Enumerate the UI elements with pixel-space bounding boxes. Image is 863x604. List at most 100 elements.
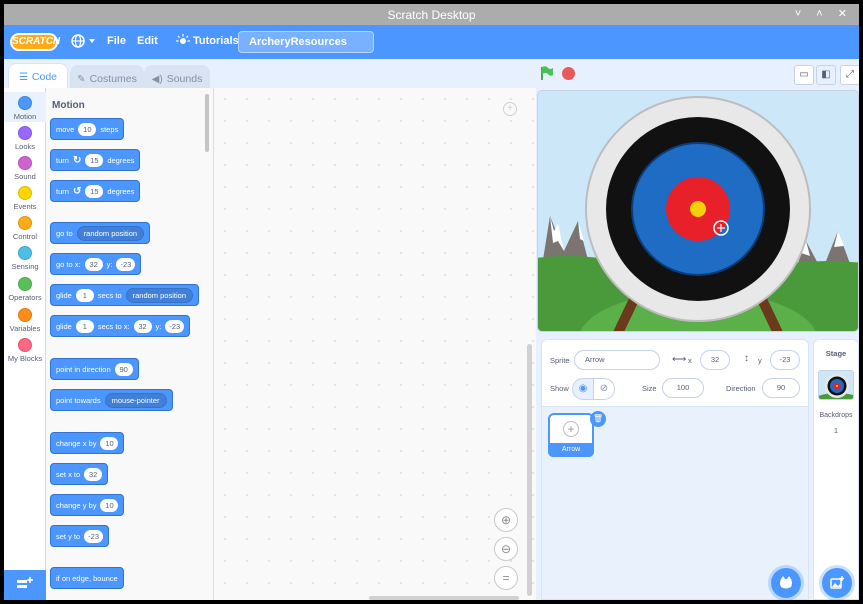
choose-sprite-button[interactable] <box>771 568 801 598</box>
block-input[interactable]: 15 <box>85 153 104 167</box>
large-stage-button[interactable]: ◧ <box>816 65 836 85</box>
scratch-logo[interactable]: SCRATCH <box>10 33 60 51</box>
backdrops-count: 1 <box>833 426 839 435</box>
block-dropdown[interactable]: random position <box>125 287 193 303</box>
category-label: Looks <box>14 142 35 151</box>
block-set-y[interactable]: set y to -23 <box>50 525 110 547</box>
sprite-card-arrow[interactable]: + 🗑 Arrow <box>548 411 606 457</box>
block-turn-right[interactable]: turn ↻ 15 degrees <box>50 149 141 171</box>
category-sensing[interactable]: Sensing <box>4 244 46 271</box>
y-label: y <box>758 356 762 365</box>
block-set-x[interactable]: set x to 32 <box>50 463 109 485</box>
sprite-size-input[interactable]: 100 <box>662 378 704 398</box>
show-visible-eye-icon[interactable]: ◉ <box>572 378 594 400</box>
sensing-dot-icon <box>18 246 32 260</box>
stage-thumbnail[interactable] <box>818 370 854 400</box>
block-input[interactable]: 32 <box>84 467 103 481</box>
add-extension-button[interactable] <box>4 570 46 600</box>
sprite-direction-input[interactable]: 90 <box>762 378 800 398</box>
block-point-towards[interactable]: point towards mouse-pointer <box>50 389 173 411</box>
stage-target-panel[interactable]: Stage Backdrops 1 <box>813 339 859 600</box>
editor-tabs: ☰ Code ✎ Costumes ◀) Sounds <box>4 59 536 91</box>
category-my-blocks[interactable]: My Blocks <box>4 336 46 363</box>
tutorials-lightbulb-icon[interactable] <box>176 34 190 48</box>
tab-code[interactable]: ☰ Code <box>8 63 68 91</box>
category-variables[interactable]: Variables <box>4 306 46 333</box>
block-input[interactable]: -23 <box>84 529 104 543</box>
block-glide-to-xy[interactable]: glide 1 secs to x: 32 y: -23 <box>50 315 191 337</box>
block-input[interactable]: -23 <box>116 257 136 271</box>
sprite-x-input[interactable]: 32 <box>700 350 730 370</box>
green-flag-icon[interactable] <box>540 66 554 80</box>
language-globe-icon[interactable] <box>70 33 96 49</box>
menu-tutorials[interactable]: Tutorials <box>193 35 239 47</box>
block-point-in-direction[interactable]: point in direction 90 <box>50 358 139 380</box>
direction-label: Direction <box>726 384 756 393</box>
delete-sprite-trash-icon[interactable]: 🗑 <box>590 411 606 427</box>
stage-canvas[interactable] <box>537 90 859 332</box>
block-input[interactable]: 1 <box>75 319 94 333</box>
workspace-add-icon: + <box>503 102 517 116</box>
block-input[interactable]: 90 <box>114 362 133 376</box>
category-looks[interactable]: Looks <box>4 124 46 151</box>
workspace-vertical-scrollbar[interactable] <box>527 344 532 596</box>
zoom-in-button[interactable]: ⊕ <box>494 508 518 532</box>
block-input[interactable]: 10 <box>78 122 97 136</box>
archery-target-backdrop <box>538 91 858 331</box>
fullscreen-icon[interactable]: ⤢ <box>840 65 859 85</box>
script-workspace[interactable] <box>214 88 536 600</box>
block-go-to-xy[interactable]: go to x: 32 y: -23 <box>50 253 142 275</box>
block-go-to[interactable]: go to random position <box>50 222 151 244</box>
block-input[interactable]: 15 <box>85 184 104 198</box>
code-icon: ☰ <box>18 72 28 83</box>
block-dropdown[interactable]: mouse-pointer <box>104 392 167 408</box>
stage-panel-title: Stage <box>825 349 847 358</box>
menu-edit[interactable]: Edit <box>137 35 158 47</box>
block-input[interactable]: -23 <box>165 319 185 333</box>
block-if-on-edge-bounce[interactable]: if on edge, bounce <box>50 567 124 589</box>
sprite-name-input[interactable]: Arrow <box>574 350 660 370</box>
backdrops-label: Backdrops <box>819 412 853 419</box>
block-change-x[interactable]: change x by 10 <box>50 432 125 454</box>
sprite-list: + 🗑 Arrow <box>541 406 809 600</box>
rotate-right-icon: ↻ <box>72 154 82 166</box>
block-input[interactable]: 32 <box>84 257 103 271</box>
category-motion[interactable]: Motion <box>4 92 46 122</box>
palette-scrollbar[interactable] <box>205 94 209 152</box>
speaker-icon: ◀) <box>151 74 163 85</box>
block-input[interactable]: 1 <box>75 288 94 302</box>
category-control[interactable]: Control <box>4 214 46 241</box>
show-label: Show <box>550 384 569 393</box>
sprite-card-name: Arrow <box>548 443 594 457</box>
tab-code-label: Code <box>31 71 58 83</box>
small-stage-button[interactable]: ▭ <box>794 65 814 85</box>
sound-dot-icon <box>18 156 32 170</box>
window-controls[interactable]: ˅ ˄ ✕ <box>795 7 853 20</box>
sprite-y-input[interactable]: -23 <box>770 350 800 370</box>
zoom-reset-button[interactable]: = <box>494 566 518 590</box>
block-input[interactable]: 10 <box>100 436 119 450</box>
block-turn-left[interactable]: turn ↺ 15 degrees <box>50 180 141 202</box>
category-label: Events <box>13 202 37 211</box>
category-label: Sensing <box>11 262 39 271</box>
tab-sounds-label: Sounds <box>166 73 203 85</box>
category-sound[interactable]: Sound <box>4 154 46 181</box>
zoom-out-button[interactable]: ⊖ <box>494 537 518 561</box>
palette-title: Motion <box>52 100 85 111</box>
stage-header: ▭ ◧ ⤢ <box>536 59 859 89</box>
project-title-input[interactable]: ArcheryResources <box>238 31 374 53</box>
block-glide-to[interactable]: glide 1 secs to random position <box>50 284 199 306</box>
category-operators[interactable]: Operators <box>4 275 46 302</box>
menu-file[interactable]: File <box>107 35 126 47</box>
stop-icon[interactable] <box>562 67 575 80</box>
show-hidden-eye-icon[interactable]: ⊘ <box>593 378 615 400</box>
block-change-y[interactable]: change y by 10 <box>50 494 125 516</box>
block-input[interactable]: 10 <box>100 498 119 512</box>
workspace-horizontal-scrollbar[interactable] <box>369 596 519 600</box>
block-input[interactable]: 32 <box>133 319 152 333</box>
block-move-steps[interactable]: move 10 steps <box>50 118 125 140</box>
category-events[interactable]: Events <box>4 184 46 211</box>
cat-add-icon <box>780 576 792 589</box>
choose-backdrop-button[interactable] <box>822 568 852 598</box>
block-dropdown[interactable]: random position <box>76 225 145 241</box>
